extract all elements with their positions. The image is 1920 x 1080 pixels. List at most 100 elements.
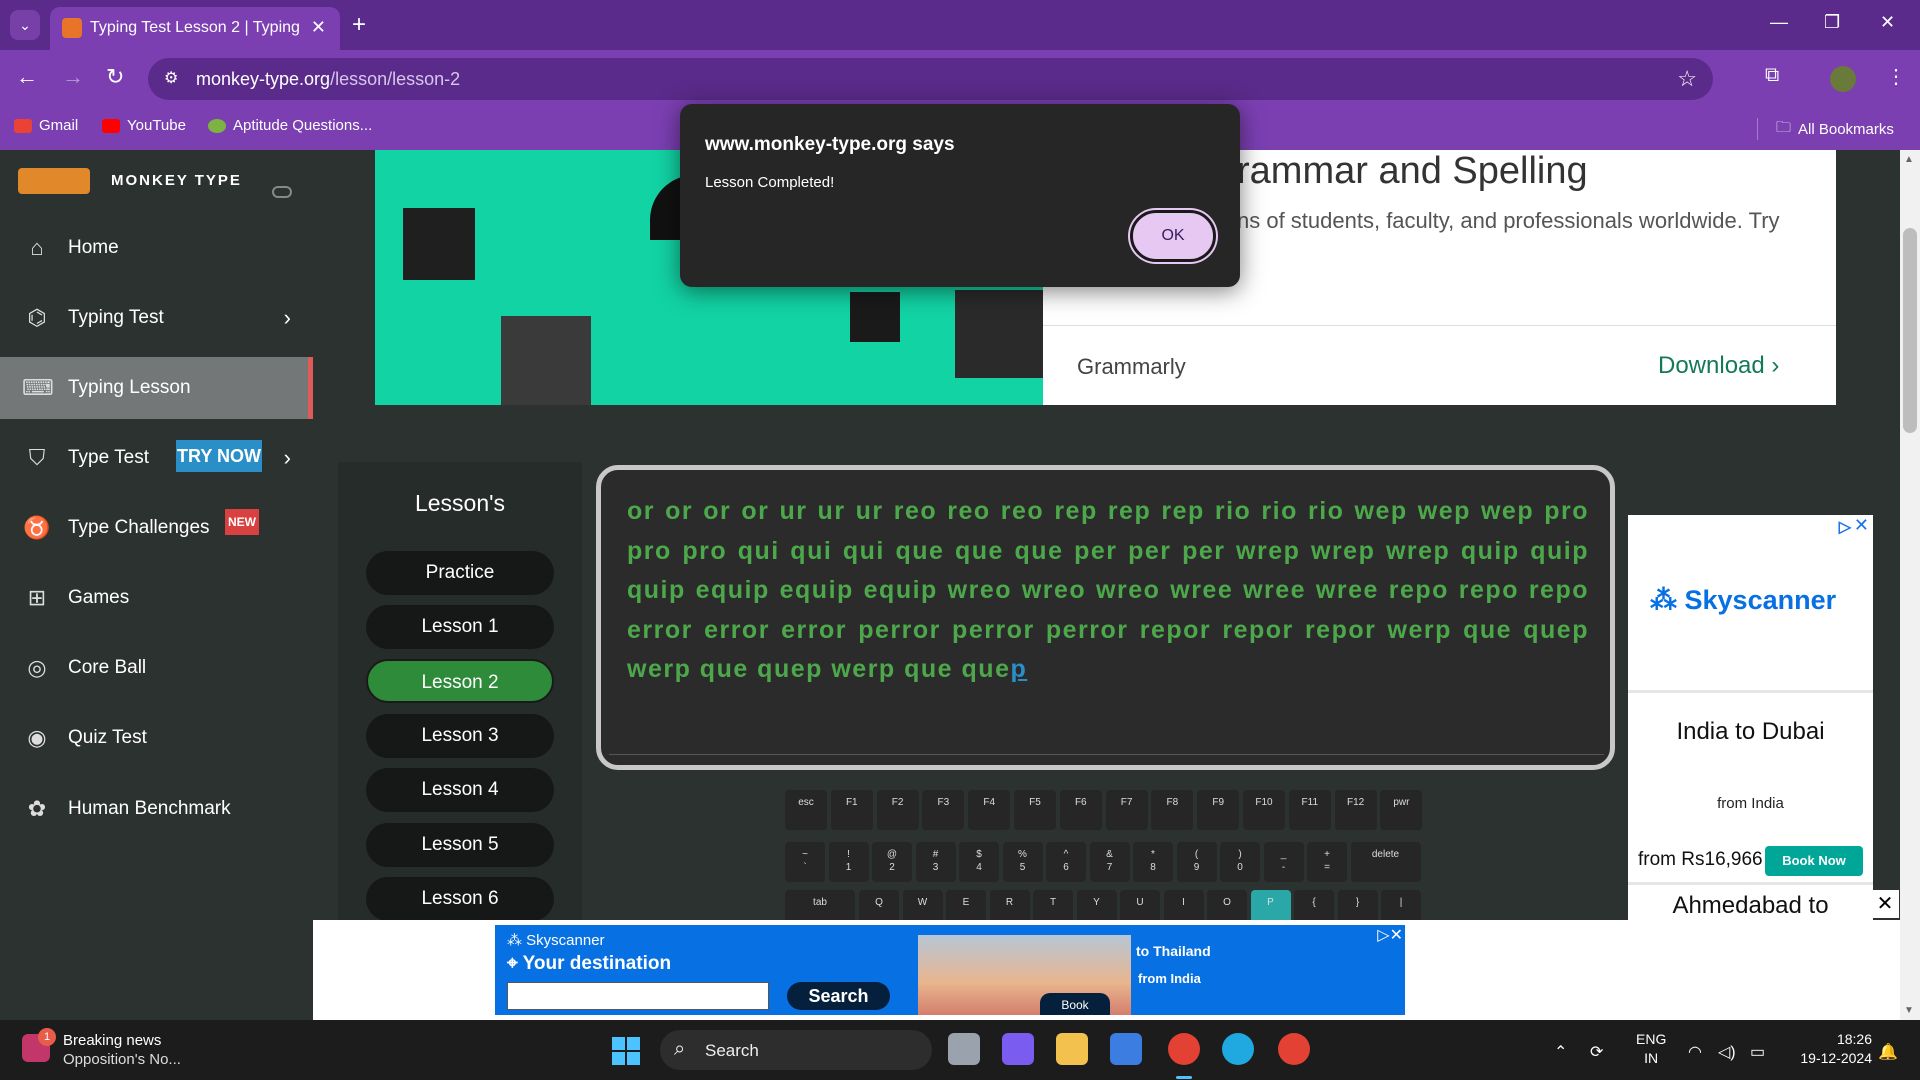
restore-button[interactable]: ❐ — [1824, 12, 1840, 33]
lesson-4-button[interactable]: Lesson 4 — [366, 768, 554, 812]
book-now-button[interactable]: Book Now — [1765, 846, 1863, 876]
sidebar-item-games[interactable]: ⊞ Games — [0, 567, 313, 629]
back-icon[interactable]: ← — [16, 64, 38, 90]
site-logo-text[interactable]: MONKEY TYPE — [111, 172, 242, 189]
forward-icon[interactable]: → — [62, 64, 84, 90]
lesson-3-button[interactable]: Lesson 3 — [366, 714, 554, 758]
store-icon[interactable] — [1110, 1033, 1142, 1065]
key-`[interactable]: ~ ` — [785, 842, 825, 882]
key-f8[interactable]: F8 — [1151, 790, 1194, 830]
key-0[interactable]: ) 0 — [1220, 842, 1260, 882]
key-f2[interactable]: F2 — [876, 790, 919, 830]
key-f5[interactable]: F5 — [1014, 790, 1056, 830]
language-indicator[interactable]: ENG IN — [1636, 1030, 1666, 1068]
edge-icon[interactable] — [1222, 1033, 1254, 1065]
key-6[interactable]: ^ 6 — [1046, 842, 1086, 882]
ad-book-button[interactable]: Book — [1040, 993, 1110, 1015]
theme-toggle[interactable] — [272, 186, 292, 198]
page-scrollbar[interactable]: ▲ ▼ — [1900, 150, 1920, 1020]
sidebar-item-typing-lesson[interactable]: ⌨ Typing Lesson — [0, 357, 313, 419]
key-9[interactable]: (9 — [1176, 842, 1217, 882]
key-8[interactable]: * 8 — [1133, 842, 1173, 882]
key-3[interactable]: #3 — [915, 842, 956, 882]
lesson-6-button[interactable]: Lesson 6 — [366, 877, 554, 921]
typing-area[interactable]: or or or or ur ur ur reo reo reo rep rep… — [596, 465, 1615, 770]
ad-download-link[interactable]: Download › — [1658, 352, 1779, 380]
address-bar[interactable]: ⚙ monkey-type.org/lesson/lesson-2 ☆ — [148, 58, 1713, 100]
wifi-icon[interactable]: ◠ — [1688, 1042, 1702, 1062]
sidebar-item-human-benchmark[interactable]: ✿ Human Benchmark — [0, 778, 313, 840]
news-subtitle[interactable]: Opposition's No... — [63, 1051, 181, 1068]
lesson-2-button[interactable]: Lesson 2 — [366, 659, 554, 703]
bookmark-youtube[interactable]: YouTube — [102, 117, 186, 134]
scroll-down-icon[interactable]: ▼ — [1904, 1005, 1914, 1016]
key-=[interactable]: + = — [1307, 842, 1347, 882]
sidebar-item-typing-test[interactable]: ⌬ Typing Test › — [0, 287, 313, 349]
key-f7[interactable]: F7 — [1105, 790, 1148, 830]
ad-search-button[interactable]: Search — [787, 982, 890, 1010]
key--[interactable]: _ - — [1263, 842, 1304, 882]
key-f6[interactable]: F6 — [1059, 790, 1102, 830]
close-window-button[interactable]: ✕ — [1880, 12, 1895, 33]
key-pwr[interactable]: pwr — [1380, 790, 1423, 830]
sidebar-item-type-challenges[interactable]: ♉ Type Challenges NEW — [0, 497, 313, 559]
key-f4[interactable]: F4 — [968, 790, 1011, 830]
news-title[interactable]: Breaking news — [63, 1032, 161, 1049]
lesson-1-button[interactable]: Lesson 1 — [366, 605, 554, 649]
clock[interactable]: 18:26 19-12-2024 — [1800, 1030, 1872, 1068]
bookmark-gmail[interactable]: Gmail — [14, 117, 78, 134]
dialog-ok-button[interactable]: OK — [1130, 210, 1216, 262]
chrome-profile-icon[interactable] — [1278, 1033, 1310, 1065]
key-4[interactable]: $4 — [959, 842, 999, 882]
new-tab-button[interactable]: + — [352, 10, 366, 40]
bookmark-aptitude[interactable]: Aptitude Questions... — [208, 117, 372, 134]
taskview-icon[interactable] — [948, 1033, 980, 1065]
key-delete[interactable]: delete — [1350, 842, 1421, 882]
profile-avatar[interactable] — [1830, 66, 1856, 92]
key-7[interactable]: & 7 — [1089, 842, 1130, 882]
close-ad-icon[interactable]: ✕ — [1854, 515, 1869, 536]
adchoices-close-icon[interactable]: ▷✕ — [1377, 925, 1403, 945]
sync-icon[interactable]: ⟳ — [1590, 1042, 1603, 1062]
lesson-5-button[interactable]: Lesson 5 — [366, 823, 554, 867]
battery-icon[interactable]: ▭ — [1750, 1042, 1765, 1062]
site-info-icon[interactable]: ⚙ — [164, 68, 178, 88]
minimize-button[interactable]: — — [1770, 12, 1788, 33]
start-button[interactable] — [612, 1037, 640, 1065]
bookmark-star-icon[interactable]: ☆ — [1677, 66, 1697, 92]
extensions-icon[interactable]: ⧉ — [1765, 64, 1779, 87]
sidebar-item-home[interactable]: ⌂ Home — [0, 217, 313, 279]
key-2[interactable]: @2 — [872, 842, 912, 882]
reload-icon[interactable]: ↻ — [106, 64, 124, 90]
adchoices-icon[interactable]: ▷ — [1839, 517, 1851, 537]
chevron-up-icon[interactable]: ⌃ — [1554, 1042, 1567, 1062]
sidebar-item-quiz-test[interactable]: ◉ Quiz Test — [0, 707, 313, 769]
file-explorer-icon[interactable] — [1056, 1033, 1088, 1065]
lesson-practice-button[interactable]: Practice — [366, 551, 554, 595]
key-f12[interactable]: F12 — [1334, 790, 1377, 830]
chrome-icon[interactable] — [1168, 1033, 1200, 1065]
scroll-up-icon[interactable]: ▲ — [1904, 154, 1914, 165]
skyscanner-bottom-ad[interactable]: ⁂ Skyscanner ⌖ Your destination Search B… — [495, 925, 1405, 1015]
monkey-logo[interactable] — [18, 168, 90, 194]
skyscanner-side-ad[interactable]: ▷ ✕ ⁂ Skyscanner India to Dubai from Ind… — [1628, 515, 1873, 920]
key-esc[interactable]: esc — [785, 790, 827, 830]
copilot-icon[interactable] — [1002, 1033, 1034, 1065]
key-f1[interactable]: F1 — [830, 790, 873, 830]
notification-bell-icon[interactable]: 🔔 — [1878, 1042, 1898, 1062]
destination-input[interactable] — [507, 982, 769, 1010]
close-bottom-ad-icon[interactable]: ✕ — [1871, 890, 1899, 918]
key-f3[interactable]: F3 — [922, 790, 965, 830]
key-f9[interactable]: F9 — [1197, 790, 1240, 830]
volume-icon[interactable]: ◁) — [1718, 1042, 1736, 1062]
tab-search-button[interactable]: ⌄ — [10, 10, 40, 40]
scrollbar-thumb[interactable] — [1903, 228, 1917, 433]
sidebar-item-core-ball[interactable]: ◎ Core Ball — [0, 637, 313, 699]
menu-icon[interactable]: ⋮ — [1886, 64, 1906, 89]
sidebar-item-type-test[interactable]: ⛉ Type Test TRY NOW › — [0, 427, 313, 489]
all-bookmarks[interactable]: 🗀 All Bookmarks — [1776, 117, 1894, 142]
key-f11[interactable]: F11 — [1288, 790, 1331, 830]
key-f10[interactable]: F10 — [1243, 790, 1285, 830]
taskbar-search[interactable]: ⌕ Search — [660, 1030, 932, 1070]
browser-tab[interactable]: Typing Test Lesson 2 | Typing Cl ✕ — [50, 7, 340, 50]
